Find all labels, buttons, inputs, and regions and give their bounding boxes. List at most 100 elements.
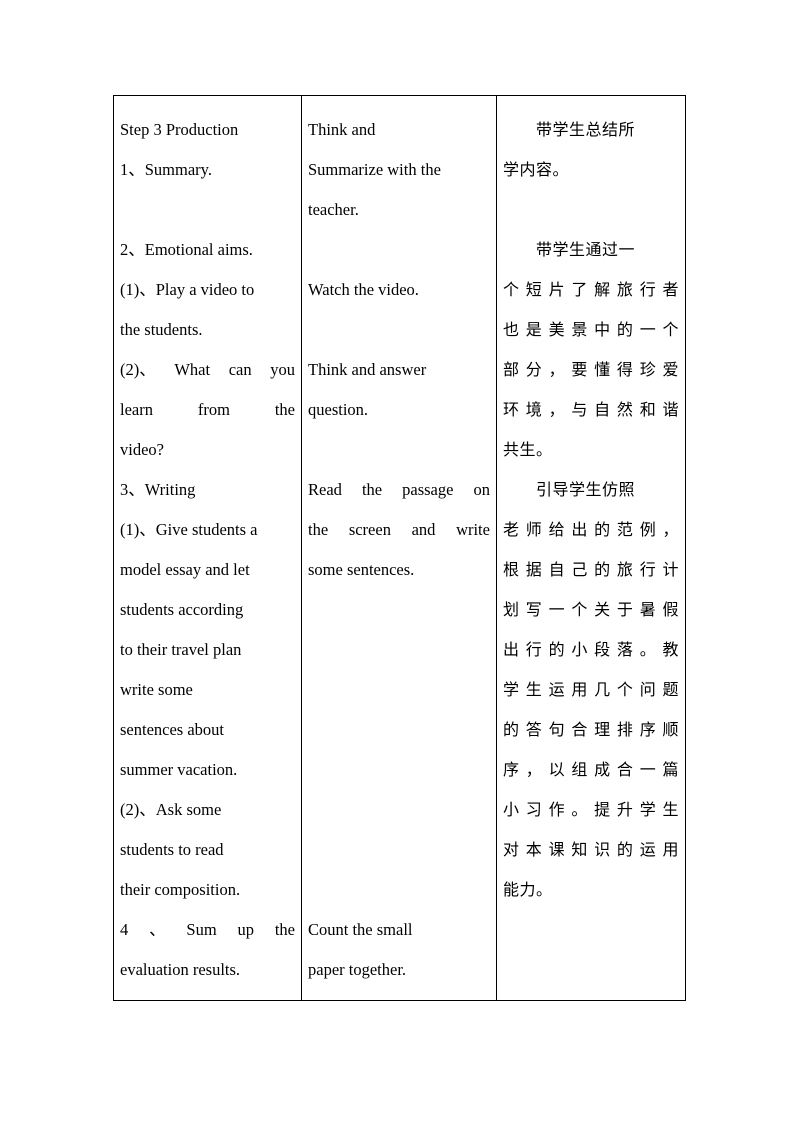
text-segment: passage [402,480,454,499]
text-segment: 小 [571,640,588,659]
text-line: model essay and let [120,560,250,579]
text-line: 3、Writing [120,480,196,499]
text-segment: ， [662,520,679,539]
text-segment: 以 [548,760,566,779]
text-segment: 学 [503,680,520,699]
text-segment: 要 [571,360,588,379]
text-segment: 用 [662,840,679,859]
text-segment: 个 [571,600,588,619]
text-line: sentences about [120,720,225,739]
text-line: evaluation results. [120,960,241,979]
text-segment: ， [548,400,566,419]
text-segment: 顺 [662,720,679,739]
text-segment: 个 [616,680,634,699]
text-segment: 识 [594,840,611,859]
text-segment: ， [525,760,543,779]
text-line [503,910,679,950]
text-segment: up [237,920,255,939]
text-line: 序 ， 以组成合一篇 [503,750,679,790]
text-line: 部分 ， 要懂得珍爱 [503,350,679,390]
text-segment: 一 [548,600,566,619]
text-segment: 环 [503,400,520,419]
text-segment: 4 [120,920,129,939]
text-segment: 题 [662,680,679,699]
text-segment: 对 [503,840,520,859]
text-segment: 然 [616,400,634,419]
text-segment: 一 [639,760,657,779]
text-line: (1)、Play a video to [120,280,255,299]
text-line: Watch the video. [308,280,419,299]
text-segment: 升 [616,800,634,819]
text-segment: 珍 [639,360,657,379]
text-segment: 篇 [662,760,679,779]
text-line: (2)、 What can you [120,350,295,390]
text-line [308,750,490,790]
text-line: 根据自己的旅行计 [503,550,679,590]
design-intent-content: 带学生总结所 学内容。 带学生通过一个短片了解旅行者也是美景中的一个部分，要懂得珍… [497,96,685,1000]
text-segment: 本 [525,840,543,859]
text-line: 环境 ， 与自然和谐 [503,390,679,430]
text-segment: 排 [616,720,634,739]
text-segment: 提 [594,800,611,819]
text-segment: 懂 [594,360,611,379]
text-segment: 、 [149,920,166,939]
text-segment: 出 [571,520,588,539]
text-segment: 理 [594,720,611,739]
text-segment: 旅 [616,560,634,579]
text-segment: 也 [503,320,520,339]
text-segment: 解 [594,280,611,299]
text-segment: from [197,400,230,419]
teacher-activity-cell: Step 3 Production 1、Summary. 2、Emotional … [113,95,302,1001]
text-line [308,830,490,870]
text-segment: 境 [525,400,543,419]
text-segment: 。 [571,800,588,819]
text-line: (1)、Give students a [120,520,258,539]
text-line: question. [308,400,369,419]
text-segment: 几 [594,680,611,699]
text-line: 也是美景中的一个 [503,310,679,350]
text-segment: 部 [503,360,520,379]
text-segment: 的 [616,840,634,859]
text-segment: ， [548,360,566,379]
text-line: paper together. [308,960,407,979]
text-segment: 用 [571,680,588,699]
text-segment: 教 [662,640,679,659]
text-line: the students. [120,320,203,339]
text-segment: 成 [594,760,611,779]
text-segment: 运 [548,680,566,699]
text-line: 1、Summary. [120,160,212,179]
text-line: write some [120,680,193,699]
text-line: Summarize with the [308,160,441,179]
text-line: students to read [120,840,224,859]
text-segment: 和 [639,400,657,419]
text-line [503,950,679,990]
text-segment: 行 [525,640,543,659]
text-segment: 范 [616,520,634,539]
text-segment: 暑 [639,600,657,619]
text-line [308,870,490,910]
text-line: teacher. [308,200,359,219]
text-segment: 答 [525,720,543,739]
text-line [308,630,490,670]
text-segment: 师 [525,520,543,539]
text-line: Count the small [308,920,413,939]
text-segment: 的 [594,560,611,579]
text-segment: 问 [639,680,657,699]
design-intent-cell: 带学生总结所 学内容。 带学生通过一个短片了解旅行者也是美景中的一个部分，要懂得珍… [496,95,686,1001]
text-segment: 己 [571,560,588,579]
text-segment: on [473,480,491,499]
text-segment: 划 [503,600,520,619]
text-line: 个短片了解旅行者 [503,270,679,310]
text-segment: 学 [639,800,657,819]
text-segment: 得 [616,360,634,379]
text-segment: 一 [639,320,657,339]
text-segment: 旅 [616,280,634,299]
text-segment: 爱 [662,360,679,379]
text-line: 2、Emotional aims. [120,240,253,259]
text-segment: 课 [548,840,566,859]
text-segment: Sum [186,920,217,939]
text-segment: 中 [594,320,611,339]
text-segment: you [270,360,295,379]
text-segment: can [228,360,252,379]
text-segment: 句 [548,720,566,739]
